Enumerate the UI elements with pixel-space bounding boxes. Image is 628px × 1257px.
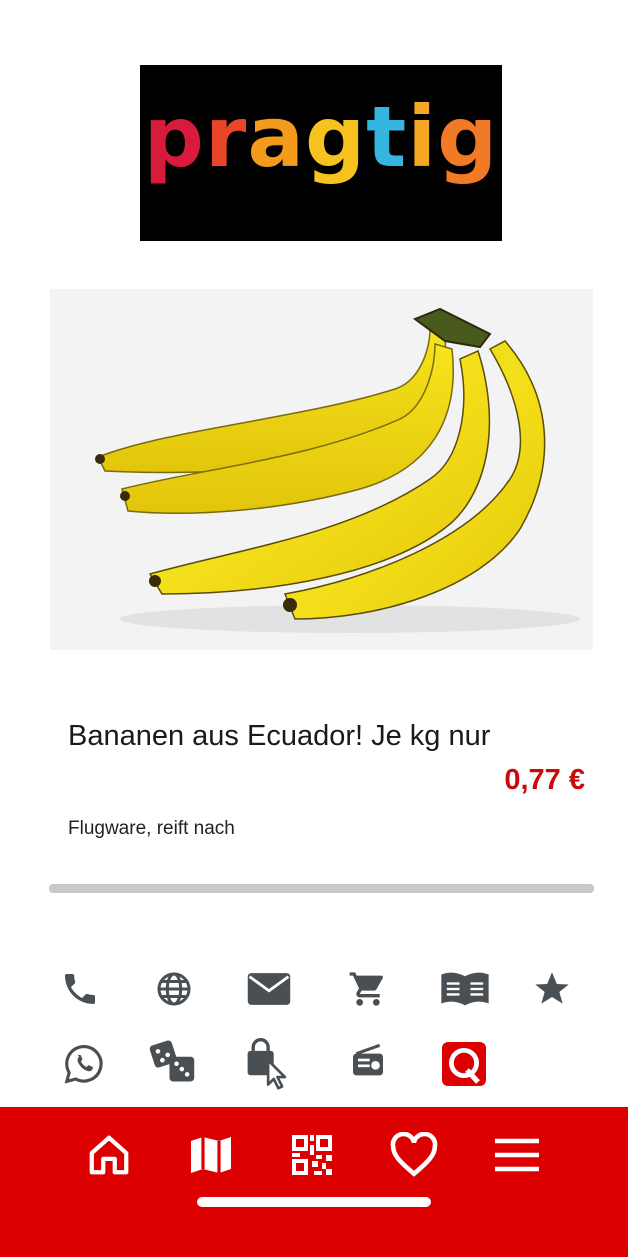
logo-letter: i [407, 88, 438, 186]
q-app-icon[interactable] [436, 1036, 492, 1092]
home-icon[interactable] [79, 1125, 139, 1185]
product-description: Flugware, reift nach [68, 818, 235, 839]
qr-code-icon[interactable] [282, 1125, 342, 1185]
star-icon[interactable] [524, 961, 580, 1017]
phone-icon[interactable] [52, 961, 108, 1017]
product-title: Bananen aus Ecuador! Je kg nur [68, 720, 491, 752]
radio-icon[interactable] [340, 1034, 396, 1090]
shopping-bag-cursor-icon[interactable] [242, 1036, 298, 1092]
globe-icon[interactable] [146, 961, 202, 1017]
product-image [50, 289, 593, 650]
bananas-image [95, 307, 580, 633]
map-icon[interactable] [181, 1125, 241, 1185]
product-price: 0,77 € [504, 764, 585, 796]
book-icon[interactable] [437, 961, 493, 1017]
dice-icon[interactable] [145, 1034, 201, 1090]
home-indicator[interactable] [197, 1197, 431, 1207]
whatsapp-icon[interactable] [56, 1036, 112, 1092]
logo-letter: g [305, 88, 367, 186]
brand-logo: pragtig [140, 65, 502, 241]
logo-letter: a [247, 88, 306, 186]
brand-logo-text: pragtig [140, 87, 502, 187]
divider [49, 884, 594, 893]
logo-letter: t [366, 88, 408, 186]
logo-letter: r [204, 88, 248, 186]
mail-icon[interactable] [241, 961, 297, 1017]
cart-icon[interactable] [340, 961, 396, 1017]
menu-icon[interactable] [487, 1125, 547, 1185]
heart-icon[interactable] [384, 1125, 444, 1185]
logo-letter: g [437, 88, 499, 186]
logo-letter: p [143, 88, 205, 186]
